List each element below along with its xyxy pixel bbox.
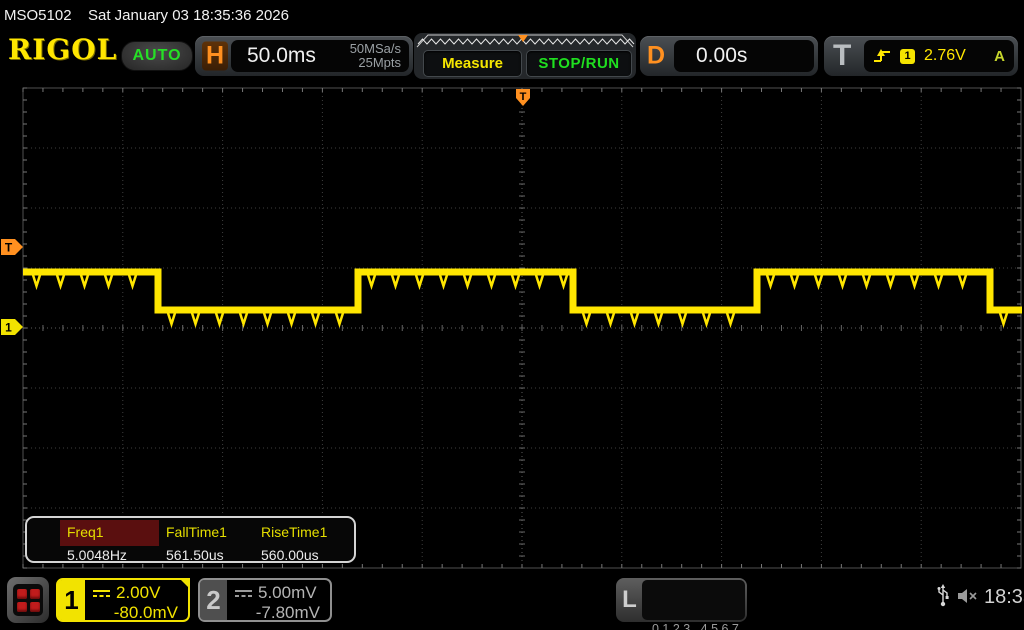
system-datetime: Sat January 03 18:35:36 2026 (88, 7, 289, 24)
measurement-value: 560.00us (254, 546, 354, 563)
channel-2-block[interactable]: 2 5.00mV -7.80mV (198, 578, 332, 622)
channel-1-scale: 2.00V (116, 583, 160, 603)
measurement-value: 5.0048Hz (60, 546, 159, 563)
channel-2-scale: 5.00mV (258, 583, 317, 603)
trigger-sweep-mode: A (994, 48, 1005, 65)
bottom-status-bar: 1 2.00V -80.0mV 2 5.00mV -7.80mV (0, 570, 1024, 630)
measurement-item-falltime[interactable]: FallTime1 561.50us (159, 520, 254, 559)
sample-rate-memdepth: 50MSa/s 25Mpts (350, 42, 409, 71)
channel-2-number: 2 (200, 580, 227, 620)
timebase-value: 50.0ms (247, 44, 316, 68)
measurement-label: FallTime1 (159, 520, 254, 546)
rising-edge-icon (873, 48, 891, 64)
oscilloscope-screen: T T 1 MSO5102 Sat January 03 18:35:36 2026… (0, 0, 1024, 630)
stop-run-button[interactable]: STOP/RUN (526, 50, 632, 77)
menu-grid-button[interactable] (7, 577, 49, 623)
delay-label: D (647, 44, 665, 69)
usb-icon (936, 584, 950, 608)
speaker-muted-icon[interactable] (956, 588, 980, 604)
channel-1-ground-marker-label: 1 (5, 321, 12, 335)
measurement-label: Freq1 (60, 520, 159, 546)
dc-coupling-icon (234, 588, 253, 598)
measurement-label: RiseTime1 (254, 520, 354, 546)
logic-channels-row1: 0 1 2 3 4 5 6 7 (652, 620, 745, 630)
status-clock: 18:35 (984, 586, 1024, 609)
center-axis-ticks (23, 88, 1001, 568)
delay-value: 0.00s (696, 44, 747, 68)
trigger-position-marker-label: T (520, 91, 527, 103)
waveform-overview-strip[interactable]: Measure STOP/RUN (414, 33, 636, 79)
trigger-label: T (833, 41, 851, 71)
measurement-item-freq[interactable]: Freq1 5.0048Hz (60, 520, 159, 559)
logic-analyzer-block[interactable]: L 0 1 2 3 4 5 6 7 8 9 1011 12131415 (616, 578, 747, 622)
measurement-item-risetime[interactable]: RiseTime1 560.00us (254, 520, 354, 559)
measurement-results-panel[interactable]: Freq1 5.0048Hz FallTime1 561.50us RiseTi… (25, 516, 356, 563)
horizontal-label: H (202, 42, 228, 71)
channel-1-number: 1 (58, 580, 85, 620)
channel-1-waveform-notches (33, 275, 1007, 324)
acquisition-mode-badge[interactable]: AUTO (121, 41, 193, 71)
trigger-level-marker-label: T (5, 241, 13, 255)
dc-coupling-icon (92, 588, 111, 598)
rigol-logo: RIGOL (8, 33, 117, 66)
model-name: MSO5102 (4, 7, 72, 24)
logic-channel-list: 0 1 2 3 4 5 6 7 8 9 1011 12131415 (642, 580, 745, 620)
trigger-source-badge: 1 (900, 49, 915, 64)
memory-depth: 25Mpts (350, 56, 401, 70)
trigger-panel[interactable]: T 1 2.76V A (824, 36, 1018, 76)
sample-rate: 50MSa/s (350, 42, 401, 56)
trigger-delay-panel[interactable]: D 0.00s (640, 36, 818, 76)
channel-1-block[interactable]: 1 2.00V -80.0mV (56, 578, 190, 622)
logic-analyzer-label: L (616, 578, 643, 622)
overview-zigzag (414, 33, 636, 49)
menu-grid-icon (13, 584, 43, 616)
measure-button[interactable]: Measure (423, 50, 522, 77)
header-bar: RIGOL AUTO H 50.0ms 50MSa/s 25Mpts Measu… (0, 30, 1024, 84)
top-info-bar: MSO5102 Sat January 03 18:35:36 2026 (0, 0, 1024, 30)
horizontal-timebase-panel[interactable]: H 50.0ms 50MSa/s 25Mpts (195, 36, 413, 76)
trigger-level-value: 2.76V (924, 47, 966, 65)
measurement-value: 561.50us (159, 546, 254, 563)
